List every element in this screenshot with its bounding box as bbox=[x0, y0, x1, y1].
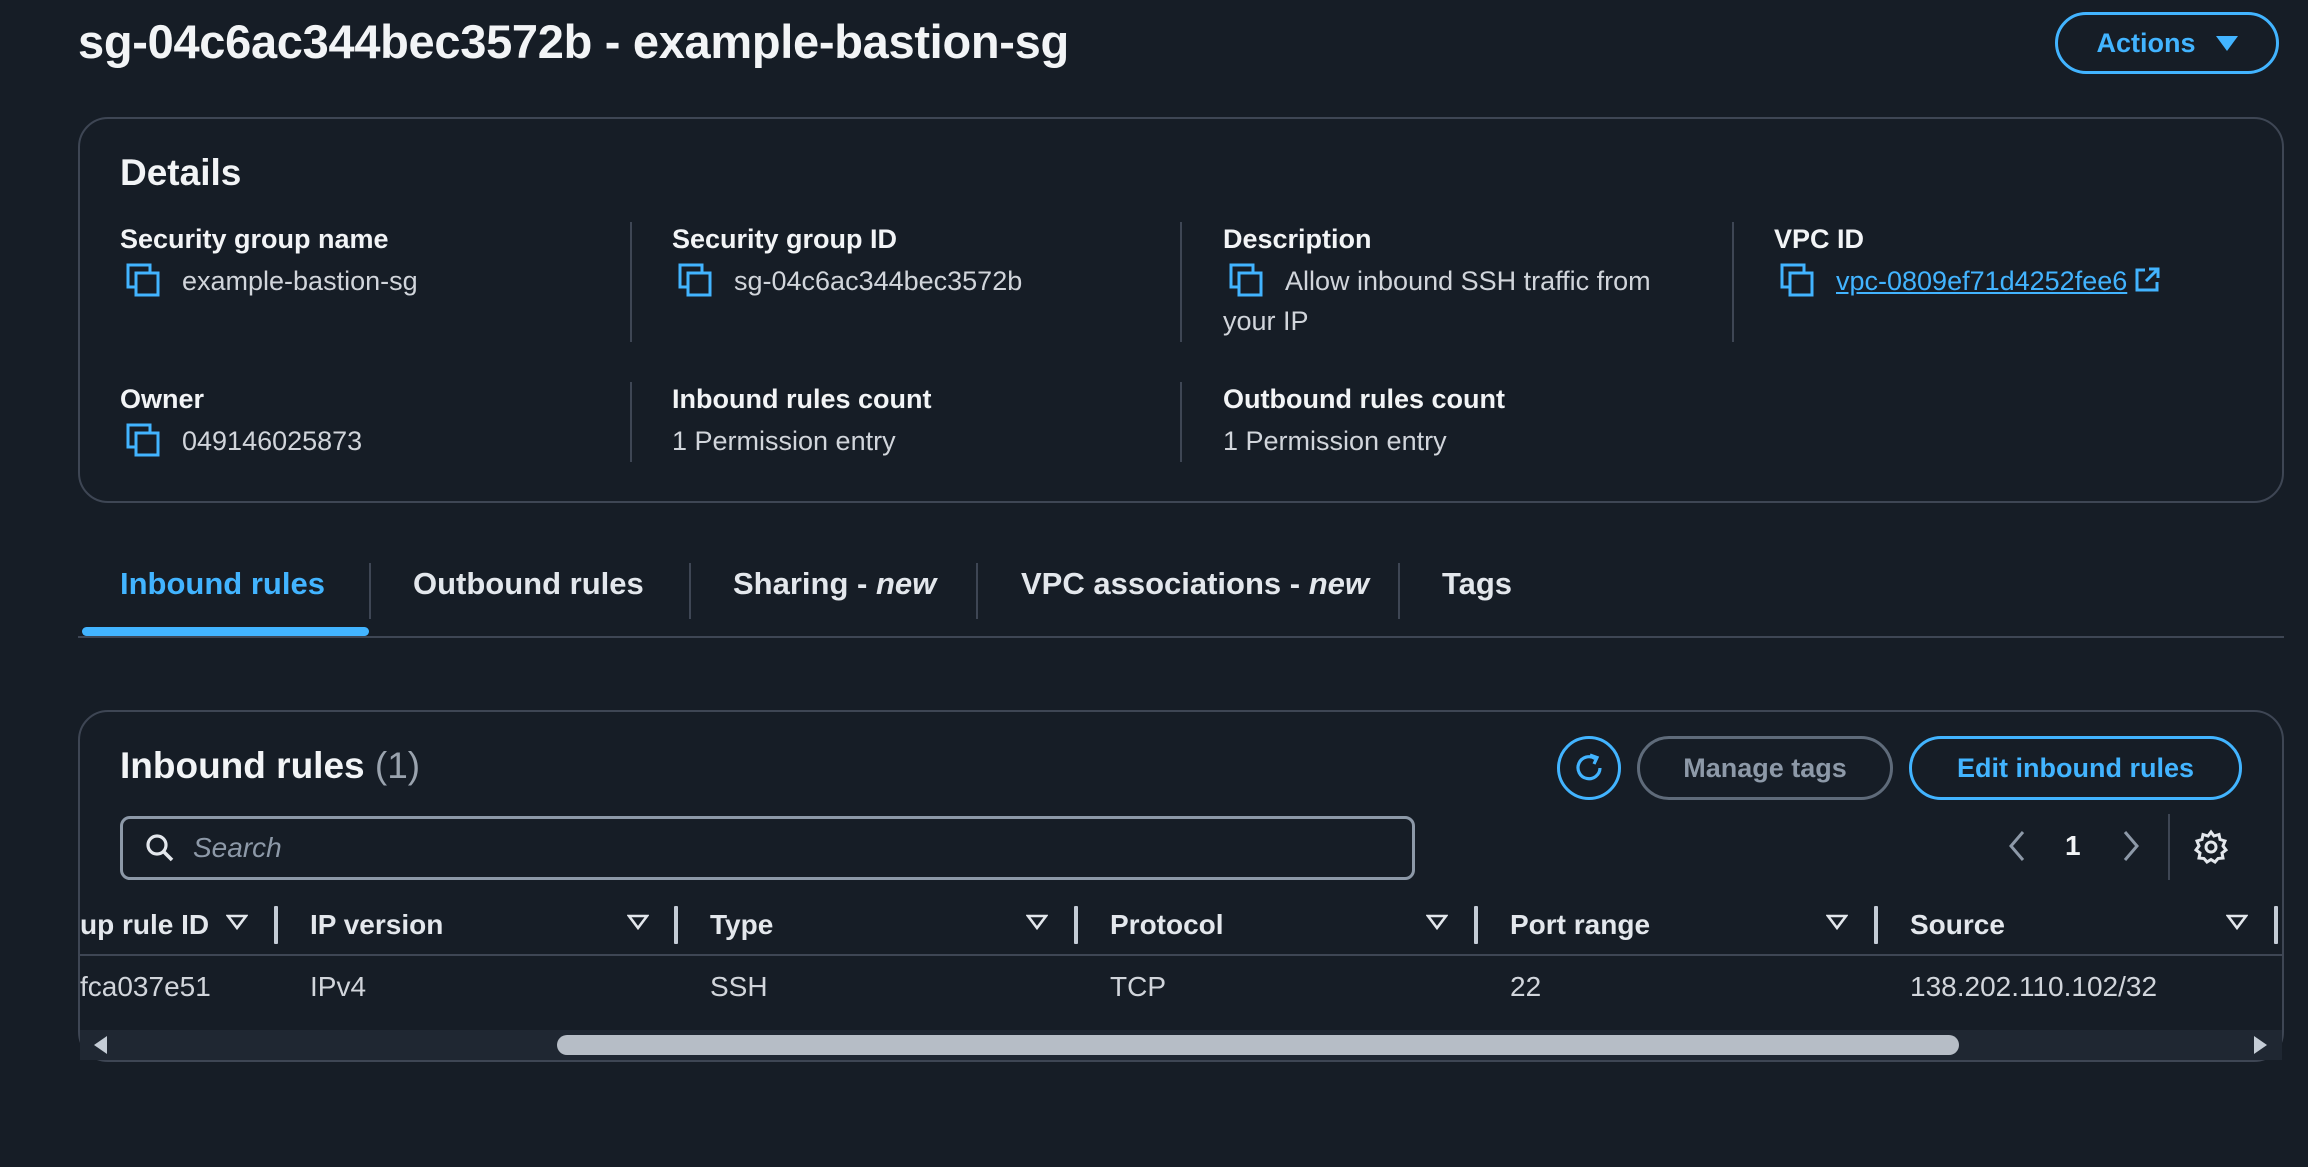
security-group-id-value: sg-04c6ac344bec3572b bbox=[672, 261, 1022, 301]
column-header-port-range[interactable]: Port range bbox=[1510, 909, 1650, 941]
copy-icon[interactable] bbox=[126, 423, 160, 457]
column-header-protocol[interactable]: Protocol bbox=[1110, 909, 1224, 941]
column-resize-handle[interactable] bbox=[2274, 906, 2278, 944]
sort-caret-icon[interactable] bbox=[1826, 913, 1848, 931]
inbound-rules-count-label: Inbound rules count bbox=[672, 384, 932, 414]
inbound-rules-count-value: 1 Permission entry bbox=[672, 426, 896, 456]
pager-separator bbox=[2168, 814, 2170, 880]
tab-baseline bbox=[78, 636, 2284, 638]
table-cell-source: 138.202.110.102/32 bbox=[1910, 971, 2158, 1002]
vpc-id-link[interactable]: vpc-0809ef71d4252fee6 bbox=[1836, 266, 2127, 296]
column-header-source[interactable]: Source bbox=[1910, 909, 2005, 941]
page-number[interactable]: 1 bbox=[2065, 830, 2081, 862]
sort-caret-icon[interactable] bbox=[1426, 913, 1448, 931]
details-divider bbox=[1732, 222, 1734, 342]
outbound-rules-count-label: Outbound rules count bbox=[1223, 384, 1505, 414]
column-header-type[interactable]: Type bbox=[710, 909, 773, 941]
search-input[interactable] bbox=[191, 831, 1375, 865]
column-resize-handle[interactable] bbox=[1074, 906, 1078, 944]
inbound-rules-title: Inbound rules bbox=[120, 745, 365, 786]
details-title: Details bbox=[120, 152, 242, 193]
horizontal-scrollbar-thumb[interactable] bbox=[557, 1035, 1959, 1055]
sort-caret-icon[interactable] bbox=[2226, 913, 2248, 931]
outbound-rules-count-value: 1 Permission entry bbox=[1223, 426, 1447, 456]
refresh-button[interactable] bbox=[1557, 736, 1621, 800]
page-title: sg-04c6ac344bec3572b - example-bastion-s… bbox=[78, 15, 1069, 68]
copy-icon[interactable] bbox=[1780, 263, 1814, 297]
edit-inbound-rules-button[interactable]: Edit inbound rules bbox=[1909, 736, 2242, 800]
owner-text: 049146025873 bbox=[182, 426, 363, 456]
security-group-name-label: Security group name bbox=[120, 224, 389, 254]
actions-button[interactable]: Actions bbox=[2055, 12, 2279, 74]
security-group-name-value: example-bastion-sg bbox=[120, 261, 418, 301]
actions-button-label: Actions bbox=[2096, 27, 2196, 58]
column-resize-handle[interactable] bbox=[674, 906, 678, 944]
tab-separator bbox=[976, 563, 978, 619]
scroll-left-arrow-icon[interactable] bbox=[94, 1036, 107, 1054]
security-group-id-text: sg-04c6ac344bec3572b bbox=[734, 266, 1023, 296]
caret-down-icon bbox=[2215, 35, 2238, 51]
copy-icon[interactable] bbox=[678, 263, 712, 297]
manage-tags-button[interactable]: Manage tags bbox=[1637, 736, 1893, 800]
tab-label: Inbound rules bbox=[120, 566, 325, 601]
tab-sharing[interactable]: Sharing - new bbox=[733, 566, 936, 602]
details-divider bbox=[630, 382, 632, 462]
sort-caret-icon[interactable] bbox=[1026, 913, 1048, 931]
tab-label: VPC associations - bbox=[1021, 566, 1309, 601]
inbound-rules-count: (1) bbox=[374, 745, 421, 786]
tab-vpc-associations[interactable]: VPC associations - new bbox=[1021, 566, 1369, 602]
column-header-security-group-rule-id[interactable]: up rule ID bbox=[80, 909, 209, 941]
copy-icon[interactable] bbox=[1229, 263, 1263, 297]
security-group-id-label: Security group ID bbox=[672, 224, 898, 254]
column-resize-handle[interactable] bbox=[1474, 906, 1478, 944]
owner-label: Owner bbox=[120, 384, 205, 414]
external-link-icon[interactable] bbox=[2133, 266, 2161, 294]
tab-outbound-rules[interactable]: Outbound rules bbox=[413, 566, 644, 602]
scroll-right-arrow-icon[interactable] bbox=[2254, 1036, 2267, 1054]
tab-tags[interactable]: Tags bbox=[1442, 566, 1512, 602]
details-divider bbox=[1180, 382, 1182, 462]
tab-separator bbox=[689, 563, 691, 619]
table-cell-protocol: TCP bbox=[1110, 971, 1166, 1002]
description-text-line1: Allow inbound SSH traffic from bbox=[1285, 266, 1651, 296]
tab-label: Outbound rules bbox=[413, 566, 644, 601]
sort-caret-icon[interactable] bbox=[627, 913, 649, 931]
table-cell-port-range: 22 bbox=[1510, 971, 1542, 1002]
details-divider bbox=[630, 222, 632, 342]
column-header-ip-version[interactable]: IP version bbox=[310, 909, 443, 941]
gear-icon[interactable] bbox=[2193, 829, 2229, 865]
table-header-divider bbox=[80, 954, 2282, 956]
search-box[interactable] bbox=[120, 816, 1415, 880]
sort-caret-icon[interactable] bbox=[226, 913, 248, 931]
vpc-id-value: vpc-0809ef71d4252fee6 bbox=[1774, 261, 2161, 301]
refresh-icon bbox=[1576, 753, 1602, 781]
search-icon bbox=[146, 834, 174, 862]
tab-new-badge: new bbox=[875, 566, 937, 601]
tab-separator bbox=[369, 563, 371, 619]
details-divider bbox=[1180, 222, 1182, 342]
column-resize-handle[interactable] bbox=[274, 906, 278, 944]
tab-new-badge: new bbox=[1308, 566, 1370, 601]
security-group-name-text: example-bastion-sg bbox=[182, 266, 418, 296]
description-text-line2: your IP bbox=[1223, 306, 1309, 336]
table-cell-ip-version: IPv4 bbox=[310, 971, 367, 1002]
tab-separator bbox=[1398, 563, 1400, 619]
tab-label: Sharing - bbox=[733, 566, 876, 601]
owner-value: 049146025873 bbox=[120, 421, 362, 461]
column-resize-handle[interactable] bbox=[1874, 906, 1878, 944]
inbound-rules-heading: Inbound rules (1) bbox=[120, 745, 420, 787]
chevron-right-icon[interactable] bbox=[2117, 828, 2143, 864]
copy-icon[interactable] bbox=[126, 263, 160, 297]
description-label: Description bbox=[1223, 224, 1372, 254]
active-tab-indicator bbox=[82, 627, 369, 636]
description-value: Allow inbound SSH traffic from your IP bbox=[1223, 261, 1703, 341]
table-cell-rule-id: fca037e51 bbox=[80, 971, 211, 1002]
tab-label: Tags bbox=[1442, 566, 1513, 601]
vpc-id-label: VPC ID bbox=[1774, 224, 1865, 254]
tab-inbound-rules[interactable]: Inbound rules bbox=[120, 566, 325, 602]
chevron-left-icon[interactable] bbox=[2005, 828, 2031, 864]
table-cell-type: SSH bbox=[710, 971, 768, 1002]
